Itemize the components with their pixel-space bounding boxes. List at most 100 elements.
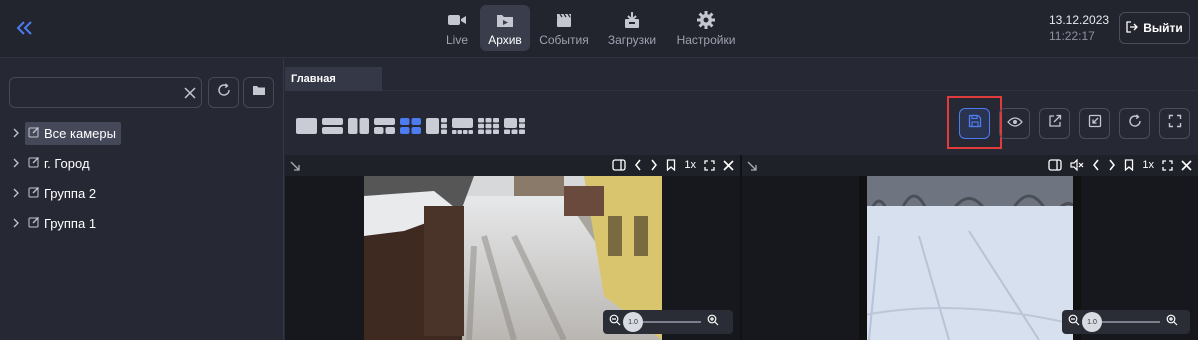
- main-nav: Live Архив События Загрузки Настройки: [438, 5, 742, 51]
- expand-arrow-icon[interactable]: [289, 159, 301, 171]
- nav-settings[interactable]: Настройки: [670, 5, 742, 51]
- datetime: 13.12.2023 11:22:17: [1049, 12, 1109, 44]
- archive-folder-icon: [494, 11, 516, 29]
- cell-header: 1x: [742, 155, 1198, 176]
- chevron-right-icon[interactable]: [10, 187, 22, 199]
- layout-2-columns-icon[interactable]: [348, 117, 369, 135]
- layout-selector: [296, 117, 525, 135]
- nav-settings-label: Настройки: [676, 33, 736, 47]
- bookmark-icon[interactable]: [666, 158, 676, 172]
- video-cell[interactable]: 1x 1.0: [285, 155, 740, 340]
- export-button[interactable]: [1039, 108, 1070, 139]
- mute-icon[interactable]: [1070, 158, 1084, 172]
- nav-archive[interactable]: Архив: [480, 5, 530, 51]
- tree-item-label: Группа 2: [44, 185, 97, 201]
- layout-1x1-icon[interactable]: [296, 117, 317, 135]
- video-cell[interactable]: 1x 1.0: [742, 155, 1198, 340]
- expand-arrow-icon[interactable]: [746, 159, 758, 171]
- camera-tree: Все камеры г. Город Группа 2 Группа 1: [10, 118, 121, 238]
- chevron-right-icon[interactable]: [1108, 158, 1116, 172]
- nav-events[interactable]: События: [534, 5, 594, 51]
- search-input[interactable]: [18, 83, 178, 103]
- clear-icon[interactable]: [182, 85, 198, 101]
- fullscreen-icon[interactable]: [704, 158, 715, 172]
- tree-item-group-1[interactable]: Группа 1: [10, 208, 121, 238]
- logout-button[interactable]: Выйти: [1119, 12, 1190, 44]
- layout-3x3-icon[interactable]: [478, 117, 499, 135]
- close-icon[interactable]: [723, 158, 734, 172]
- nav-live[interactable]: Live: [438, 5, 476, 51]
- chevron-left-icon[interactable]: [1092, 158, 1100, 172]
- zoom-out-icon[interactable]: [609, 313, 621, 331]
- nav-events-label: События: [539, 33, 589, 47]
- main-area: Главная 1x 1.0 1x 1.0: [285, 59, 1198, 340]
- nav-archive-label: Архив: [488, 33, 522, 47]
- layout-1-plus-3-icon[interactable]: [426, 117, 447, 135]
- current-time: 11:22:17: [1049, 29, 1095, 43]
- layout-1-plus-2-icon[interactable]: [374, 117, 395, 135]
- zoom-slider[interactable]: 1.0: [1082, 312, 1160, 332]
- nav-downloads-label: Загрузки: [607, 33, 657, 47]
- camera-search: [9, 77, 202, 108]
- chevron-left-icon[interactable]: [634, 158, 642, 172]
- eye-icon: [1006, 115, 1023, 133]
- refresh-icon: [1128, 114, 1142, 133]
- fullscreen-button[interactable]: [1159, 108, 1190, 139]
- chevron-right-icon[interactable]: [10, 157, 22, 169]
- edit-icon[interactable]: [28, 126, 40, 141]
- speed-label[interactable]: 1x: [1142, 158, 1154, 172]
- cell-controls: 1x: [612, 158, 734, 172]
- layout-1-plus-4-icon[interactable]: [452, 117, 473, 135]
- download-tray-icon: [621, 11, 643, 29]
- cell-controls: 1x: [1048, 158, 1192, 172]
- speed-label[interactable]: 1x: [684, 158, 696, 172]
- refresh-button[interactable]: [1119, 108, 1150, 139]
- restore-window-button[interactable]: [1079, 108, 1110, 139]
- sidebar: Все камеры г. Город Группа 2 Группа 1: [0, 59, 284, 340]
- close-icon[interactable]: [1181, 158, 1192, 172]
- logout-icon: [1126, 20, 1139, 36]
- zoom-slider-handle[interactable]: 1.0: [623, 312, 643, 332]
- cell-header: 1x: [285, 155, 740, 176]
- bookmark-icon[interactable]: [1124, 158, 1134, 172]
- refresh-tree-button[interactable]: [208, 77, 239, 108]
- nav-live-label: Live: [445, 33, 468, 47]
- save-layout-button[interactable]: [959, 108, 990, 139]
- zoom-out-icon[interactable]: [1068, 313, 1080, 331]
- tree-item-label: г. Город: [44, 155, 90, 171]
- tab-main[interactable]: Главная: [285, 67, 382, 91]
- zoom-slider-handle[interactable]: 1.0: [1082, 312, 1102, 332]
- edit-icon[interactable]: [28, 156, 40, 171]
- tree-item-label: Все камеры: [44, 125, 116, 141]
- chevron-right-icon[interactable]: [10, 217, 22, 229]
- fullscreen-icon[interactable]: [1162, 158, 1173, 172]
- fullscreen-icon: [1168, 114, 1182, 133]
- chevron-right-icon[interactable]: [650, 158, 658, 172]
- edit-icon[interactable]: [28, 216, 40, 231]
- collapse-sidebar-icon[interactable]: [14, 18, 36, 38]
- zoom-in-icon[interactable]: [707, 313, 719, 331]
- gear-icon: [695, 11, 717, 29]
- folder-icon: [252, 83, 266, 102]
- edit-icon[interactable]: [28, 186, 40, 201]
- zoom-slider[interactable]: 1.0: [623, 312, 701, 332]
- sidebar-toggle-icon[interactable]: [612, 158, 627, 172]
- layout-1-plus-5-icon[interactable]: [504, 117, 525, 135]
- export-icon: [1048, 114, 1062, 133]
- tab-bar: Главная: [285, 67, 1198, 91]
- sidebar-toggle-icon[interactable]: [1048, 158, 1063, 172]
- tree-item-city[interactable]: г. Город: [10, 148, 121, 178]
- layout-2-rows-icon[interactable]: [322, 117, 343, 135]
- top-bar: Live Архив События Загрузки Настройки 13…: [0, 0, 1198, 58]
- view-button[interactable]: [999, 108, 1030, 139]
- video-grid: 1x 1.0 1x 1.0: [285, 155, 1198, 340]
- layout-2x2-icon[interactable]: [400, 117, 421, 135]
- nav-downloads[interactable]: Загрузки: [598, 5, 666, 51]
- tree-item-all-cameras[interactable]: Все камеры: [10, 118, 121, 148]
- zoom-control: 1.0: [603, 310, 733, 334]
- zoom-in-icon[interactable]: [1166, 313, 1178, 331]
- folder-button[interactable]: [243, 77, 274, 108]
- tree-item-group-2[interactable]: Группа 2: [10, 178, 121, 208]
- current-date: 13.12.2023: [1049, 13, 1110, 27]
- chevron-right-icon[interactable]: [10, 127, 22, 139]
